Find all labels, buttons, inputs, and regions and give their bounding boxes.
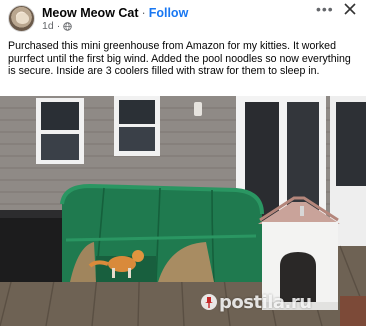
post-meta: 1d ·: [42, 20, 72, 32]
dot-separator: ·: [56, 20, 61, 32]
post-header: Meow Meow Cat · Follow 1d · •••: [0, 0, 366, 34]
separator: ·: [141, 6, 146, 20]
author-name[interactable]: Meow Meow Cat: [42, 6, 139, 20]
avatar[interactable]: [8, 5, 35, 32]
globe-icon: [63, 21, 72, 31]
watermark-text: postila.ru: [219, 292, 312, 313]
follow-button[interactable]: Follow: [149, 6, 189, 20]
pin-icon: [201, 294, 217, 310]
avatar-cat-face: [16, 13, 29, 24]
more-options-icon[interactable]: •••: [316, 2, 336, 17]
author-line: Meow Meow Cat · Follow: [42, 6, 188, 20]
post-time[interactable]: 1d: [42, 20, 54, 32]
watermark: postila.ru: [200, 292, 312, 313]
post-caption: Purchased this mini greenhouse from Amaz…: [8, 40, 351, 78]
close-icon[interactable]: [342, 1, 358, 17]
